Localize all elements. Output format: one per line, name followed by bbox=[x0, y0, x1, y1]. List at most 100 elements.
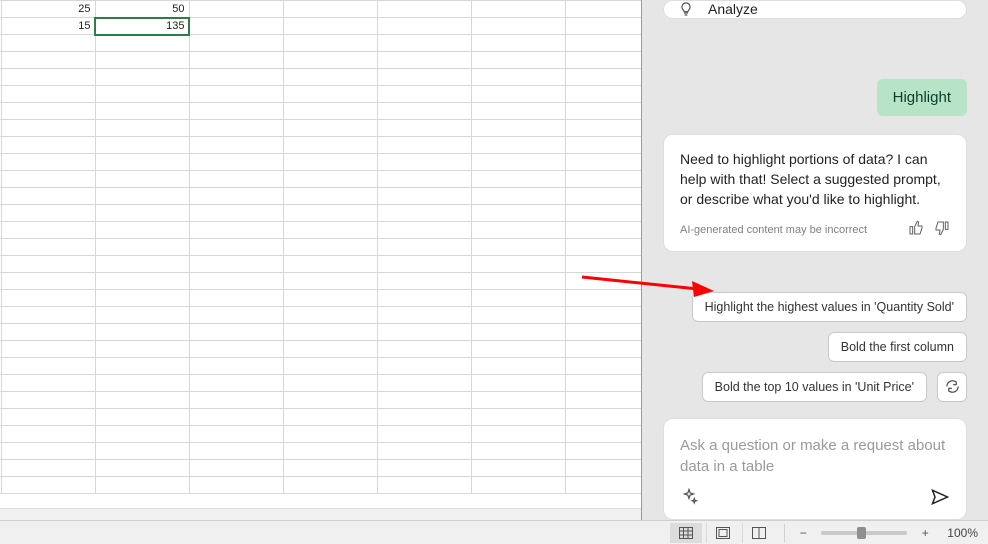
cell[interactable] bbox=[189, 477, 283, 494]
cell[interactable] bbox=[471, 69, 565, 86]
cell[interactable] bbox=[377, 171, 471, 188]
cell[interactable] bbox=[1, 35, 95, 52]
cell[interactable] bbox=[95, 188, 189, 205]
suggestion-chip-bold-first-column[interactable]: Bold the first column bbox=[828, 332, 967, 362]
cell[interactable] bbox=[1, 358, 95, 375]
cell[interactable] bbox=[471, 239, 565, 256]
cell[interactable] bbox=[1, 443, 95, 460]
suggestion-chip-bold-top-10[interactable]: Bold the top 10 values in 'Unit Price' bbox=[702, 372, 927, 402]
cell[interactable] bbox=[189, 154, 283, 171]
cell[interactable] bbox=[189, 52, 283, 69]
cell[interactable] bbox=[283, 358, 377, 375]
cell[interactable] bbox=[1, 69, 95, 86]
cell[interactable] bbox=[1, 273, 95, 290]
cell[interactable] bbox=[189, 1, 283, 18]
cell[interactable] bbox=[95, 35, 189, 52]
cell[interactable]: 15 bbox=[1, 18, 95, 35]
cell[interactable] bbox=[1, 103, 95, 120]
cell[interactable] bbox=[565, 256, 641, 273]
cell[interactable] bbox=[471, 290, 565, 307]
cell[interactable] bbox=[377, 222, 471, 239]
cell[interactable] bbox=[471, 273, 565, 290]
cell[interactable] bbox=[565, 460, 641, 477]
cell[interactable] bbox=[565, 290, 641, 307]
cell[interactable] bbox=[189, 137, 283, 154]
cell[interactable] bbox=[283, 239, 377, 256]
cell[interactable] bbox=[283, 273, 377, 290]
prompt-input[interactable]: Ask a question or make a request about d… bbox=[680, 435, 950, 477]
cell[interactable] bbox=[471, 120, 565, 137]
cell[interactable] bbox=[377, 205, 471, 222]
cell[interactable] bbox=[95, 205, 189, 222]
cell[interactable] bbox=[1, 171, 95, 188]
cell[interactable] bbox=[95, 69, 189, 86]
cell[interactable] bbox=[283, 69, 377, 86]
cell[interactable] bbox=[189, 307, 283, 324]
cell[interactable] bbox=[565, 358, 641, 375]
cell[interactable] bbox=[377, 154, 471, 171]
cell[interactable] bbox=[377, 290, 471, 307]
cell[interactable] bbox=[377, 324, 471, 341]
cell[interactable] bbox=[283, 103, 377, 120]
cell[interactable] bbox=[283, 443, 377, 460]
cell[interactable] bbox=[1, 188, 95, 205]
cell[interactable] bbox=[377, 86, 471, 103]
cell[interactable] bbox=[471, 86, 565, 103]
cell[interactable] bbox=[377, 392, 471, 409]
cell[interactable] bbox=[1, 256, 95, 273]
cell[interactable] bbox=[471, 256, 565, 273]
cell[interactable] bbox=[95, 154, 189, 171]
cell[interactable] bbox=[283, 137, 377, 154]
cell[interactable] bbox=[95, 460, 189, 477]
cell[interactable] bbox=[1, 409, 95, 426]
cell[interactable] bbox=[377, 35, 471, 52]
cell[interactable] bbox=[377, 256, 471, 273]
cell[interactable] bbox=[189, 86, 283, 103]
cell[interactable] bbox=[189, 358, 283, 375]
suggestion-chip-highlight-highest[interactable]: Highlight the highest values in 'Quantit… bbox=[692, 292, 967, 322]
cell[interactable] bbox=[471, 188, 565, 205]
zoom-percent-label[interactable]: 100% bbox=[947, 526, 978, 540]
cell[interactable] bbox=[95, 86, 189, 103]
cell[interactable] bbox=[189, 392, 283, 409]
cell[interactable] bbox=[377, 18, 471, 35]
cell[interactable] bbox=[471, 1, 565, 18]
cell[interactable] bbox=[189, 324, 283, 341]
cell[interactable] bbox=[565, 120, 641, 137]
cell[interactable] bbox=[95, 103, 189, 120]
cell[interactable] bbox=[95, 171, 189, 188]
cell[interactable] bbox=[95, 239, 189, 256]
cell[interactable] bbox=[95, 324, 189, 341]
cell[interactable] bbox=[471, 341, 565, 358]
cell[interactable] bbox=[377, 307, 471, 324]
send-icon[interactable] bbox=[930, 487, 950, 507]
cell[interactable] bbox=[471, 307, 565, 324]
zoom-out-button[interactable]: − bbox=[795, 526, 811, 540]
view-normal-button[interactable] bbox=[670, 523, 702, 543]
cell[interactable] bbox=[565, 324, 641, 341]
cell[interactable] bbox=[377, 103, 471, 120]
cell[interactable] bbox=[283, 477, 377, 494]
cell[interactable] bbox=[565, 35, 641, 52]
cell[interactable] bbox=[189, 409, 283, 426]
cell[interactable] bbox=[189, 103, 283, 120]
cell[interactable] bbox=[377, 443, 471, 460]
cell[interactable] bbox=[565, 205, 641, 222]
cell[interactable] bbox=[565, 188, 641, 205]
prompt-input-card[interactable]: Ask a question or make a request about d… bbox=[663, 418, 967, 520]
cell[interactable] bbox=[377, 1, 471, 18]
cell[interactable] bbox=[1, 154, 95, 171]
cell[interactable] bbox=[471, 103, 565, 120]
cell[interactable] bbox=[283, 52, 377, 69]
cell[interactable] bbox=[189, 290, 283, 307]
cell[interactable] bbox=[565, 1, 641, 18]
cell[interactable] bbox=[377, 188, 471, 205]
cell[interactable] bbox=[189, 443, 283, 460]
cell[interactable] bbox=[1, 460, 95, 477]
cell[interactable] bbox=[377, 137, 471, 154]
cell[interactable] bbox=[377, 52, 471, 69]
cell[interactable] bbox=[283, 341, 377, 358]
cell[interactable] bbox=[471, 222, 565, 239]
cell[interactable] bbox=[565, 477, 641, 494]
cell[interactable] bbox=[377, 273, 471, 290]
